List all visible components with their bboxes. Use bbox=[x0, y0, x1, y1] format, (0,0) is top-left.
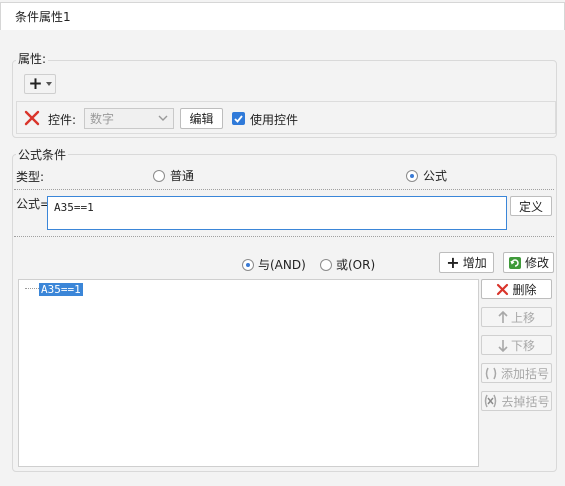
add-bracket-button[interactable]: 添加括号 bbox=[481, 363, 552, 383]
check-icon bbox=[234, 114, 243, 123]
formula-value: A35==1 bbox=[54, 201, 94, 214]
define-button-label: 定义 bbox=[518, 199, 543, 214]
formula-input[interactable]: A35==1 bbox=[47, 196, 507, 230]
arrow-down-icon bbox=[498, 339, 508, 352]
add-attribute-dropdown-button[interactable]: + bbox=[24, 74, 56, 94]
logic-and-label: 与(AND) bbox=[258, 258, 306, 272]
formula-condition-section-label: 公式条件 bbox=[16, 146, 69, 163]
condition-item-text: A35==1 bbox=[39, 283, 83, 296]
radio-circle bbox=[153, 169, 165, 182]
add-bracket-icon bbox=[485, 367, 497, 379]
logic-radio-or[interactable]: 或(OR) bbox=[320, 256, 375, 273]
modify-button-label: 修改 bbox=[524, 256, 549, 270]
tab-title: 条件属性1 bbox=[15, 10, 71, 24]
delete-condition-button[interactable]: 删除 bbox=[481, 279, 552, 299]
divider bbox=[14, 189, 554, 190]
tab-condition-attribute[interactable]: 条件属性1 bbox=[0, 2, 565, 30]
control-type-select[interactable]: 数字 bbox=[84, 108, 174, 129]
control-label: 控件: bbox=[48, 113, 77, 127]
control-type-value: 数字 bbox=[90, 112, 115, 126]
attributes-section-label: 属性: bbox=[16, 50, 49, 67]
type-label: 类型: bbox=[16, 170, 45, 184]
delete-x-icon bbox=[497, 283, 509, 295]
define-button[interactable]: 定义 bbox=[510, 196, 552, 216]
logic-radio-and[interactable]: 与(AND) bbox=[242, 256, 306, 273]
logic-or-label: 或(OR) bbox=[336, 258, 376, 272]
type-radio-formula[interactable]: 公式 bbox=[406, 167, 447, 184]
add-condition-button[interactable]: + 增加 bbox=[439, 252, 494, 273]
remove-bracket-label: 去掉括号 bbox=[501, 394, 550, 409]
tree-connector bbox=[25, 288, 39, 289]
type-radio-normal[interactable]: 普通 bbox=[153, 167, 194, 184]
add-bracket-label: 添加括号 bbox=[500, 366, 549, 381]
edit-button-label: 编辑 bbox=[189, 112, 214, 126]
type-normal-label: 普通 bbox=[170, 169, 195, 183]
plus-icon: + bbox=[446, 252, 460, 272]
divider bbox=[14, 236, 554, 237]
plus-icon: + bbox=[28, 74, 43, 94]
modify-icon bbox=[508, 256, 521, 269]
conditions-tree[interactable]: A35==1 bbox=[18, 279, 479, 467]
use-control-checkbox[interactable] bbox=[232, 112, 245, 125]
use-control-label: 使用控件 bbox=[250, 113, 299, 127]
move-up-label: 上移 bbox=[510, 310, 535, 325]
radio-circle-selected bbox=[242, 258, 254, 271]
remove-bracket-icon bbox=[485, 394, 497, 408]
edit-button[interactable]: 编辑 bbox=[180, 108, 223, 129]
add-button-label: 增加 bbox=[462, 256, 487, 270]
radio-circle bbox=[320, 258, 332, 271]
remove-control-icon[interactable] bbox=[24, 110, 40, 126]
modify-condition-button[interactable]: 修改 bbox=[503, 252, 554, 273]
radio-circle-selected bbox=[406, 169, 418, 182]
delete-button-label: 删除 bbox=[512, 282, 537, 297]
formula-label: 公式= bbox=[16, 197, 51, 211]
type-formula-label: 公式 bbox=[423, 169, 448, 183]
condition-item[interactable]: A35==1 bbox=[39, 282, 83, 296]
dropdown-arrow-icon bbox=[45, 82, 52, 86]
move-down-label: 下移 bbox=[510, 338, 535, 353]
move-up-button[interactable]: 上移 bbox=[481, 307, 552, 327]
chevron-down-icon bbox=[158, 115, 168, 121]
move-down-button[interactable]: 下移 bbox=[481, 335, 552, 355]
arrow-up-icon bbox=[498, 310, 508, 323]
remove-bracket-button[interactable]: 去掉括号 bbox=[481, 391, 552, 411]
